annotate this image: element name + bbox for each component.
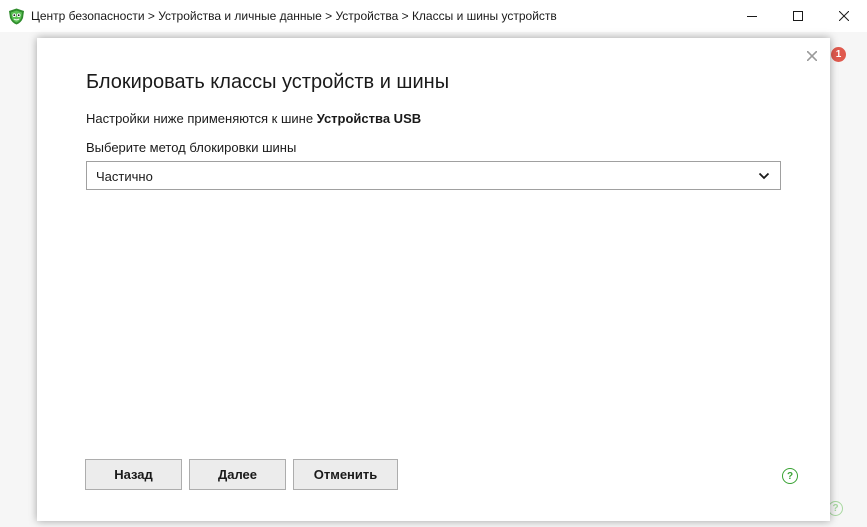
title-bar: Центр безопасности > Устройства и личные… — [0, 0, 867, 32]
dialog-description: Настройки ниже применяются к шине Устрой… — [86, 111, 421, 126]
description-prefix: Настройки ниже применяются к шине — [86, 111, 317, 126]
description-bus-name: Устройства USB — [316, 111, 422, 126]
window-close-button[interactable] — [821, 0, 867, 32]
background-help-icon[interactable]: ? — [828, 501, 843, 516]
window-title: Центр безопасности > Устройства и личные… — [31, 9, 557, 23]
back-button[interactable]: Назад — [85, 459, 182, 490]
block-device-classes-dialog: Блокировать классы устройств и шины Наст… — [37, 38, 830, 521]
chevron-down-icon — [758, 172, 770, 180]
next-button[interactable]: Далее — [189, 459, 286, 490]
minimize-icon — [747, 16, 757, 17]
close-icon — [807, 51, 817, 61]
dialog-title: Блокировать классы устройств и шины — [86, 71, 450, 93]
minimize-button[interactable] — [729, 0, 775, 32]
shield-logo-icon — [9, 8, 24, 25]
cancel-button[interactable]: Отменить — [293, 459, 398, 490]
maximize-icon — [793, 11, 803, 21]
notification-badge[interactable]: 1 — [831, 47, 846, 62]
help-icon[interactable]: ? — [782, 468, 798, 484]
dialog-close-button[interactable] — [804, 48, 820, 64]
method-label: Выберите метод блокировки шины — [86, 140, 297, 155]
block-method-select[interactable]: Частично — [86, 161, 781, 190]
maximize-button[interactable] — [775, 0, 821, 32]
block-method-value: Частично — [96, 169, 153, 184]
close-icon — [839, 11, 849, 21]
